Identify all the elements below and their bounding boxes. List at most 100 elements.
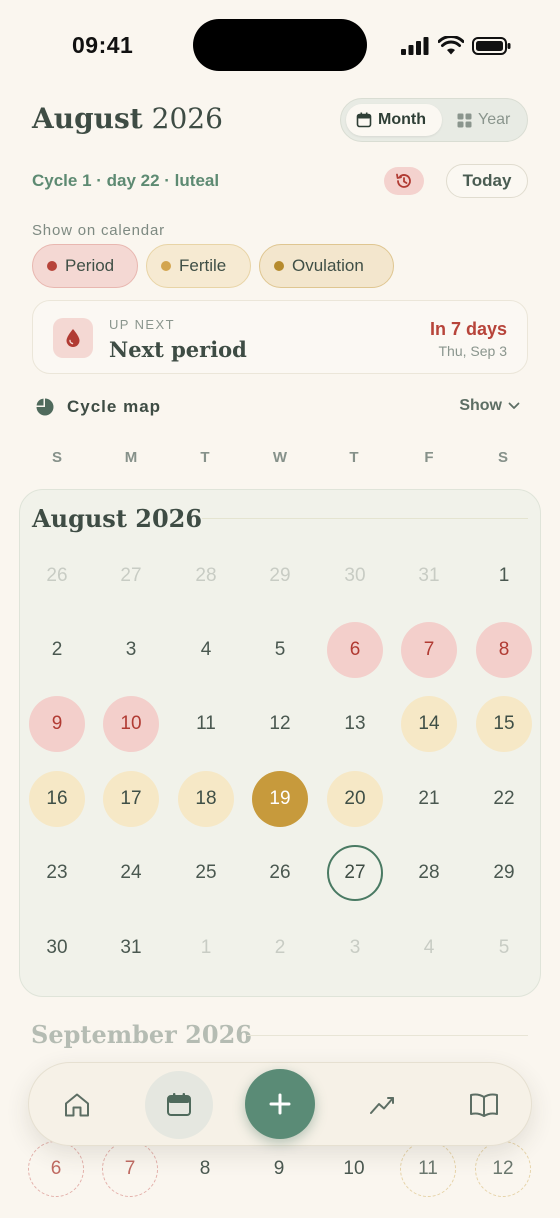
- month-title: August 2026: [32, 504, 203, 533]
- calendar-day[interactable]: 12: [252, 696, 308, 752]
- calendar-day[interactable]: 21: [401, 771, 457, 827]
- calendar-day[interactable]: 18: [178, 771, 234, 827]
- calendar-day[interactable]: 11: [178, 696, 234, 752]
- calendar-day[interactable]: 30: [327, 548, 383, 604]
- calendar-day[interactable]: 23: [29, 845, 85, 901]
- calendar-day[interactable]: 14: [401, 696, 457, 752]
- year-view-button[interactable]: Year: [447, 104, 523, 136]
- calendar-day[interactable]: 26: [252, 845, 308, 901]
- calendar-day[interactable]: 4: [401, 920, 457, 976]
- dynamic-island: [193, 19, 367, 71]
- cycle-map-toggle[interactable]: Show: [459, 397, 520, 415]
- calendar-day[interactable]: 28: [401, 845, 457, 901]
- weekday-label: T: [349, 449, 359, 466]
- calendar-day[interactable]: 29: [476, 845, 532, 901]
- today-button[interactable]: Today: [446, 164, 528, 198]
- page-title: August 2026: [32, 102, 223, 135]
- battery-icon: [472, 37, 511, 55]
- month-card-august: August 2026 26 27 28 29 30 31 1 2 3 4 5 6 7 8 9 10 11 12 1…: [19, 489, 541, 997]
- tab-trends[interactable]: [353, 1075, 413, 1135]
- history-icon: [396, 173, 411, 188]
- calendar-day[interactable]: 6: [28, 1141, 84, 1197]
- tab-add-button[interactable]: [245, 1069, 315, 1139]
- calendar-day[interactable]: 29: [252, 548, 308, 604]
- signal-icon: [401, 37, 429, 55]
- calendar-day[interactable]: 9: [29, 696, 85, 752]
- calendar-icon: [167, 1093, 191, 1116]
- calendar-day[interactable]: 5: [252, 622, 308, 678]
- calendar-day[interactable]: 24: [103, 845, 159, 901]
- status-icons: [400, 34, 512, 58]
- calendar-day[interactable]: 5: [476, 920, 532, 976]
- tab-learn[interactable]: [454, 1075, 514, 1135]
- calendar-day[interactable]: 6: [327, 622, 383, 678]
- cycle-map-toggle-label: Show: [459, 397, 502, 414]
- weekday-label: F: [424, 449, 434, 466]
- title-month: August: [32, 102, 143, 135]
- calendar-day[interactable]: 27: [327, 845, 383, 901]
- view-toggle: Month Year: [340, 98, 528, 142]
- calendar-day[interactable]: 8: [476, 622, 532, 678]
- calendar-day[interactable]: 17: [103, 771, 159, 827]
- grid-icon: [457, 113, 472, 127]
- legend-chips: Period Fertile Ovulation: [32, 244, 394, 288]
- calendar-day[interactable]: 2: [29, 622, 85, 678]
- calendar-day[interactable]: 20: [327, 771, 383, 827]
- calendar-day[interactable]: 28: [178, 548, 234, 604]
- fertile-dot: [161, 261, 171, 271]
- calendar-day[interactable]: 11: [400, 1141, 456, 1197]
- calendar-day[interactable]: 25: [178, 845, 234, 901]
- weekday-label: M: [124, 449, 138, 466]
- calendar-day[interactable]: 3: [103, 622, 159, 678]
- drop-icon: [66, 329, 80, 347]
- calendar-day[interactable]: 1: [178, 920, 234, 976]
- calendar-day[interactable]: 7: [401, 622, 457, 678]
- calendar-day[interactable]: 3: [327, 920, 383, 976]
- up-next-label: UP NEXT: [109, 317, 175, 332]
- trend-icon: [370, 1097, 394, 1114]
- weekday-label: W: [272, 449, 288, 466]
- tab-calendar[interactable]: [145, 1071, 213, 1139]
- tab-home[interactable]: [47, 1075, 107, 1135]
- calendar-day[interactable]: 15: [476, 696, 532, 752]
- pie-chart-icon: [36, 398, 54, 416]
- history-button[interactable]: [384, 167, 424, 195]
- ovulation-dot: [274, 261, 284, 271]
- calendar-day[interactable]: 10: [326, 1141, 382, 1197]
- calendar-day[interactable]: 13: [327, 696, 383, 752]
- ovulation-chip[interactable]: Ovulation: [259, 244, 394, 288]
- calendar-day[interactable]: 1: [476, 548, 532, 604]
- fertile-chip[interactable]: Fertile: [146, 244, 251, 288]
- calendar-day[interactable]: 31: [401, 548, 457, 604]
- calendar-day[interactable]: 27: [103, 548, 159, 604]
- calendar-day[interactable]: 12: [475, 1141, 531, 1197]
- calendar-day[interactable]: 8: [177, 1141, 233, 1197]
- calendar-day[interactable]: 30: [29, 920, 85, 976]
- weekday-label: S: [51, 449, 62, 466]
- calendar-day[interactable]: 16: [29, 771, 85, 827]
- calendar-day[interactable]: 19: [252, 771, 308, 827]
- weekday-header: S M T W T F S: [20, 449, 540, 471]
- weekday-label: T: [200, 449, 210, 466]
- next-period-countdown: In 7 days: [429, 319, 507, 339]
- calendar-day[interactable]: 9: [251, 1141, 307, 1197]
- calendar-day[interactable]: 31: [103, 920, 159, 976]
- fertile-chip-label: Fertile: [179, 256, 227, 275]
- book-icon: [470, 1093, 498, 1117]
- year-view-label: Year: [478, 111, 511, 128]
- calendar-day[interactable]: 2: [252, 920, 308, 976]
- next-month-title: September 2026: [31, 1020, 252, 1049]
- calendar-day[interactable]: 22: [476, 771, 532, 827]
- next-period-card[interactable]: UP NEXT Next period In 7 days Thu, Sep 3: [32, 300, 528, 374]
- next-period-date: Thu, Sep 3: [438, 343, 508, 359]
- calendar-day[interactable]: 26: [29, 548, 85, 604]
- month-view-button[interactable]: Month: [346, 104, 442, 136]
- calendar-day[interactable]: 10: [103, 696, 159, 752]
- calendar-day[interactable]: 7: [102, 1141, 158, 1197]
- next-period-title: Next period: [109, 337, 247, 362]
- period-chip-label: Period: [65, 256, 115, 275]
- period-chip[interactable]: Period: [32, 244, 138, 288]
- cycle-map-label: Cycle map: [67, 397, 162, 416]
- calendar-day[interactable]: 4: [178, 622, 234, 678]
- plus-icon: [269, 1093, 291, 1115]
